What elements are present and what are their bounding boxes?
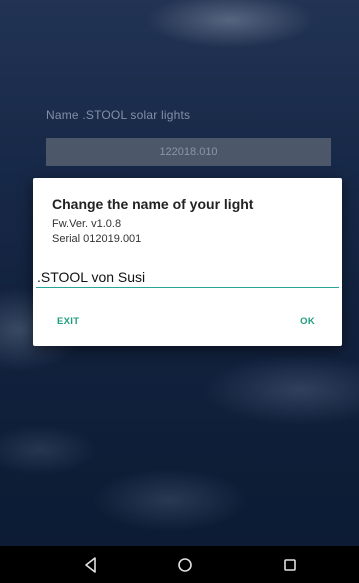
rename-dialog: Change the name of your light Fw.Ver. v1… [33, 178, 342, 346]
serial-number: Serial 012019.001 [52, 233, 142, 245]
exit-button[interactable]: EXIT [57, 316, 79, 327]
back-triangle-icon[interactable] [80, 554, 102, 576]
dialog-title: Change the name of your light [52, 196, 254, 212]
light-name-input[interactable] [36, 266, 339, 288]
ok-button[interactable]: OK [300, 316, 315, 327]
home-circle-icon[interactable] [174, 554, 196, 576]
firmware-version: Fw.Ver. v1.0.8 [52, 218, 122, 230]
navigation-bar [0, 546, 359, 583]
recents-square-icon[interactable] [279, 554, 301, 576]
